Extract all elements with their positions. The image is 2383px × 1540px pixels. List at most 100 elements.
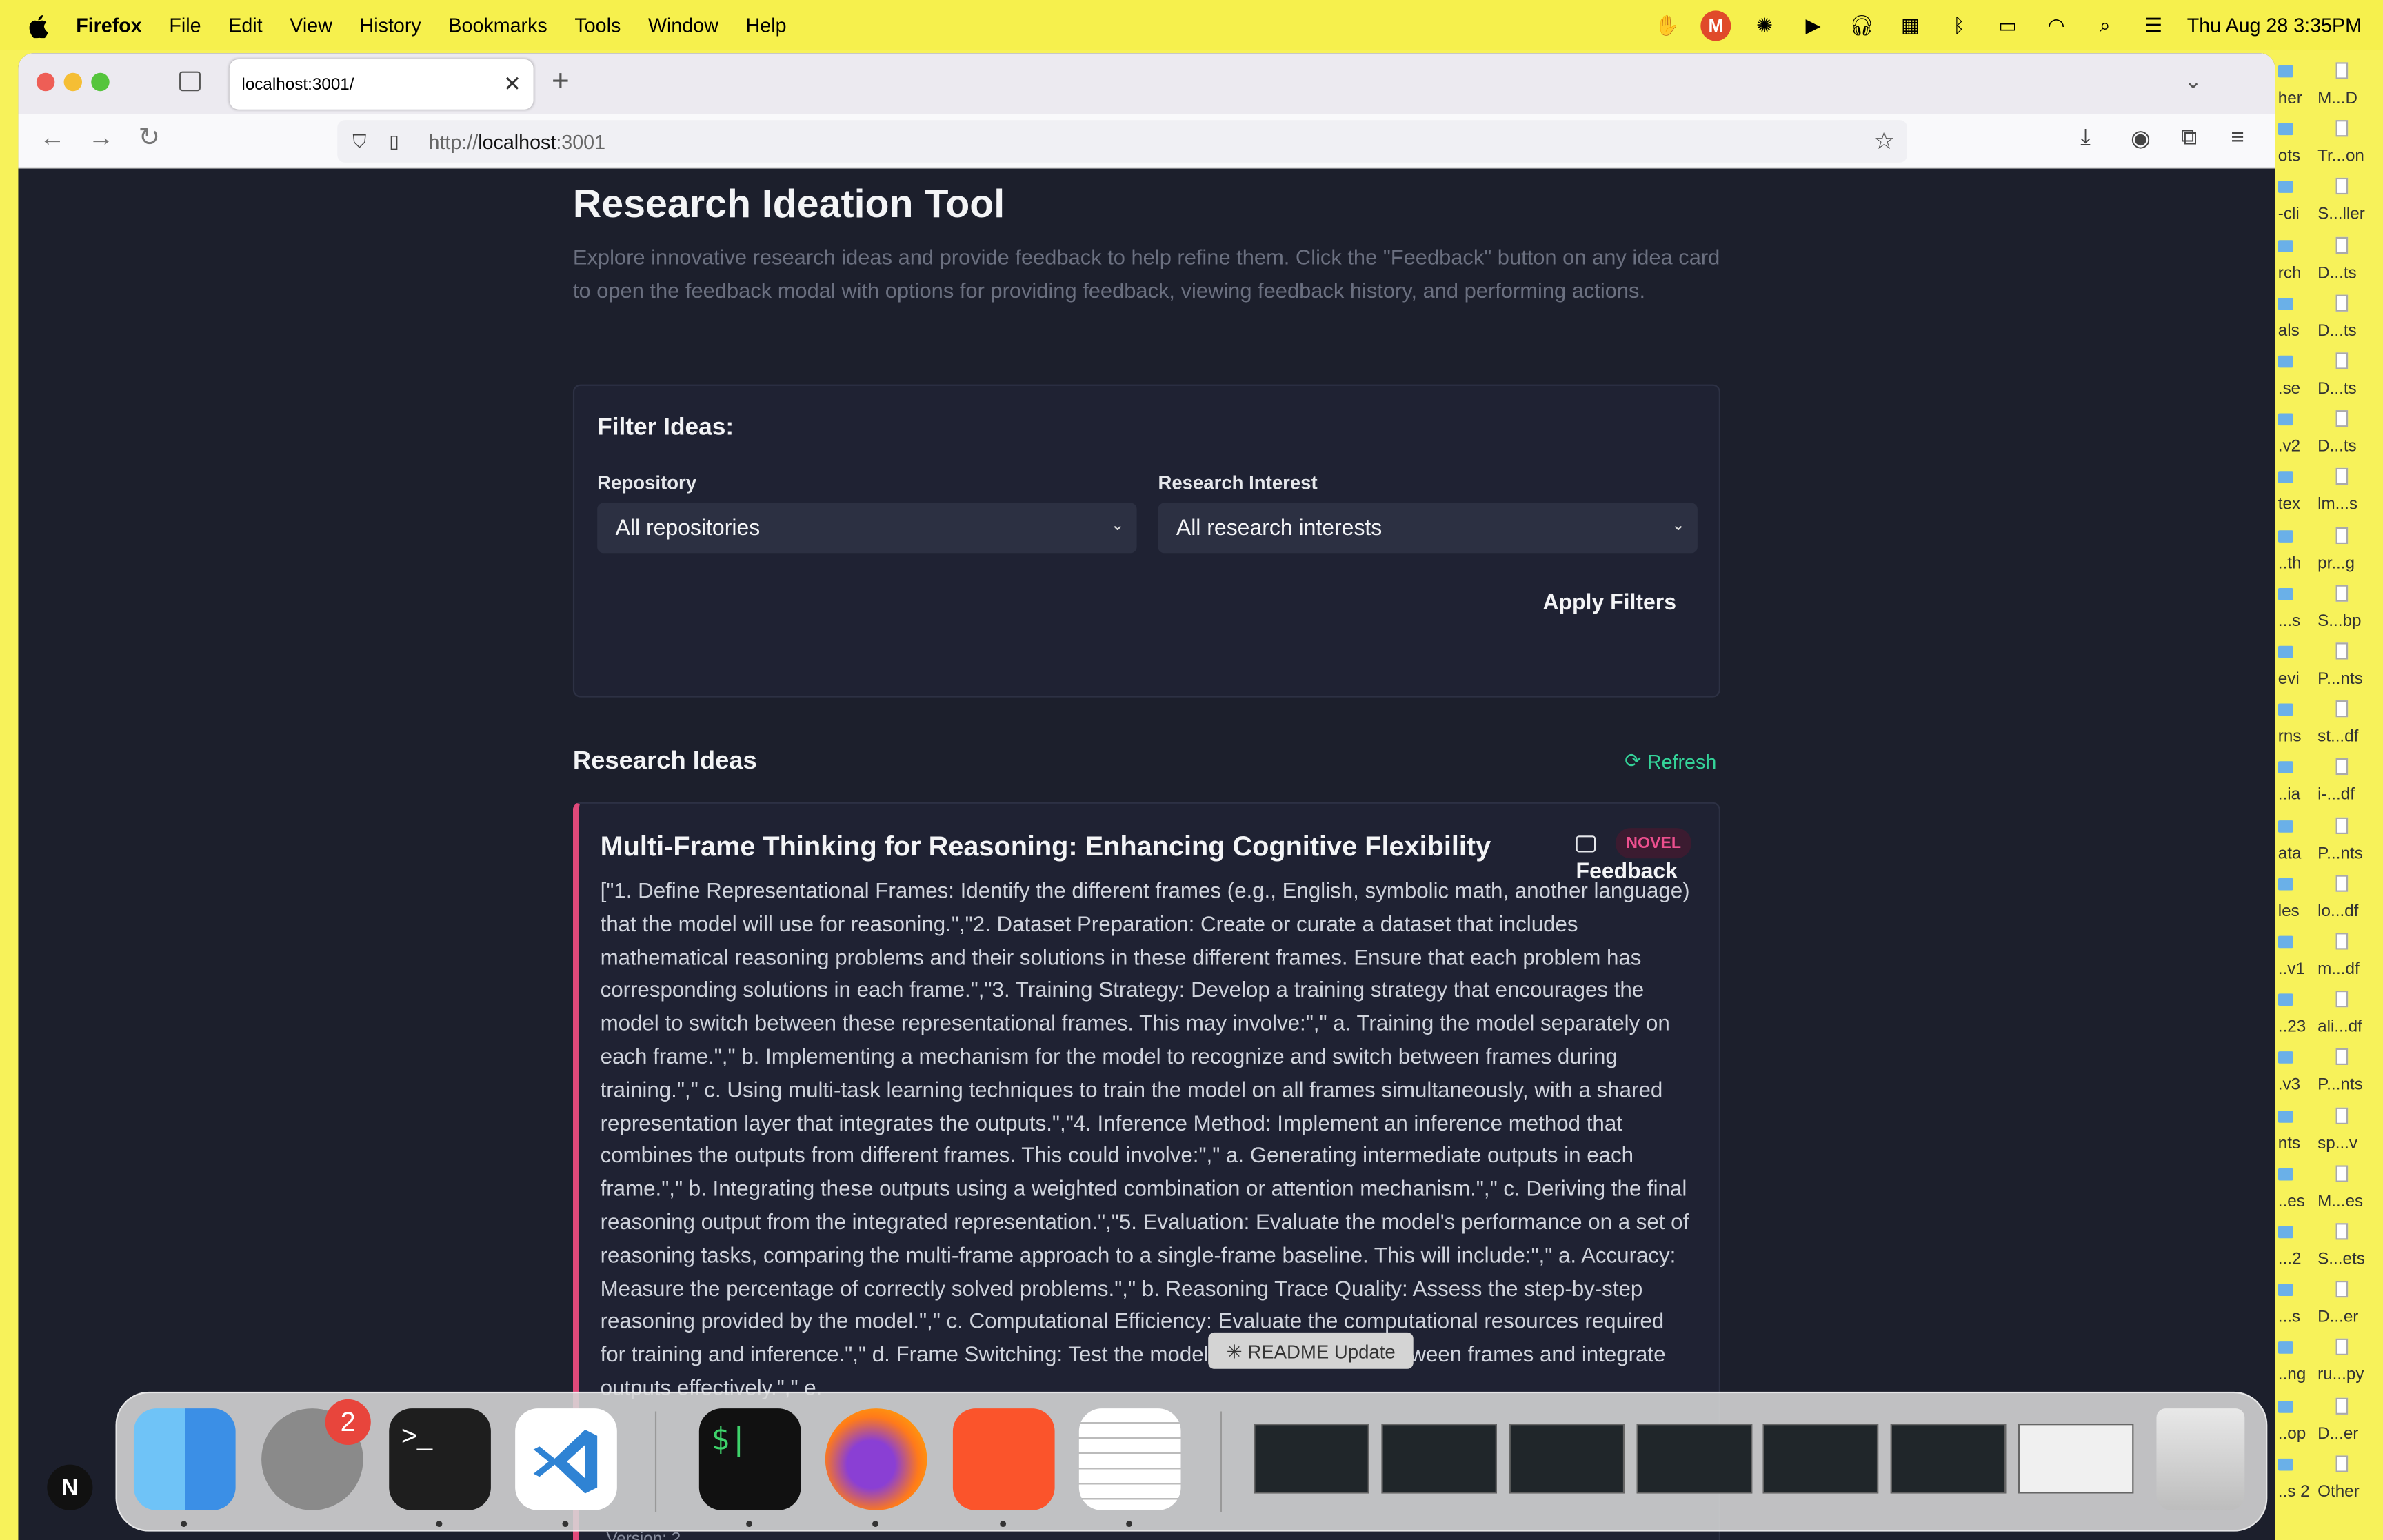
extensions-icon[interactable]: ⧉ xyxy=(2181,125,2198,150)
refresh-label: Refresh xyxy=(1647,749,1717,773)
bluetooth-icon[interactable]: ᛒ xyxy=(1944,13,1974,37)
desktop-item[interactable]: her M...D xyxy=(2275,59,2382,117)
status-play-icon[interactable]: ▶ xyxy=(1798,13,1829,37)
repository-select[interactable]: All repositories ⌄ xyxy=(597,503,1137,554)
status-hands-icon[interactable]: ✋ xyxy=(1652,13,1682,37)
window-zoom-button[interactable] xyxy=(91,72,110,92)
menubar-clock[interactable]: Thu Aug 28 3:35PM xyxy=(2187,14,2362,37)
tab-close-icon[interactable]: ✕ xyxy=(503,72,521,97)
trash-icon[interactable] xyxy=(2156,1408,2245,1510)
desktop-item[interactable]: evi P...nts xyxy=(2275,640,2382,698)
desktop-item[interactable]: ...2 S...ets xyxy=(2275,1220,2382,1278)
menu-app-firefox[interactable]: Firefox xyxy=(76,14,142,37)
firefox-icon[interactable] xyxy=(825,1408,927,1510)
desktop-item[interactable]: ..ia i-...df xyxy=(2275,756,2382,813)
desktop-item[interactable]: tex lm...s xyxy=(2275,465,2382,523)
menu-window[interactable]: Window xyxy=(648,14,718,37)
page-info-icon[interactable]: ▯ xyxy=(389,131,410,152)
running-indicator xyxy=(872,1521,878,1528)
desktop-item-label: .v2 xyxy=(2278,438,2301,456)
tab-overview-icon[interactable] xyxy=(179,71,201,92)
status-headphones-icon[interactable]: 🎧︎ xyxy=(1847,13,1877,37)
desktop-item[interactable]: .v2 D...ts xyxy=(2275,407,2382,465)
spotlight-search-icon[interactable]: ⌕ xyxy=(2090,13,2120,37)
minimized-window-thumbnail[interactable] xyxy=(1636,1424,1753,1494)
brave-icon[interactable] xyxy=(952,1408,1055,1510)
desktop-item[interactable]: ..op D...er xyxy=(2275,1394,2382,1452)
avatar[interactable]: N xyxy=(47,1464,93,1510)
downloads-icon[interactable]: ⤓ xyxy=(2080,125,2091,150)
battery-icon[interactable]: ▭ xyxy=(1993,13,2023,37)
menu-help[interactable]: Help xyxy=(746,14,787,37)
research-ideas-heading: Research Ideas xyxy=(572,747,757,776)
apply-filters-button[interactable]: Apply Filters xyxy=(1542,591,1676,615)
minimized-window-thumbnail[interactable] xyxy=(1890,1424,2007,1494)
folder-icon xyxy=(2278,123,2293,136)
minimized-window-thumbnail[interactable] xyxy=(1381,1424,1497,1494)
window-minimize-button[interactable] xyxy=(63,72,83,92)
desktop-item[interactable]: ..v1 m...df xyxy=(2275,930,2382,988)
desktop-item[interactable]: ots Tr...on xyxy=(2275,117,2382,175)
status-memory-icon[interactable]: ▦ xyxy=(1896,13,1926,37)
menu-edit[interactable]: Edit xyxy=(228,14,262,37)
desktop-item[interactable]: als D...ts xyxy=(2275,292,2382,349)
minimized-window-thumbnail[interactable] xyxy=(2018,1424,2134,1494)
window-close-button[interactable] xyxy=(36,72,55,92)
apple-icon[interactable] xyxy=(28,13,52,39)
vscode-icon[interactable] xyxy=(515,1408,617,1510)
bookmark-star-icon[interactable]: ☆ xyxy=(1873,126,1896,156)
url-bar[interactable]: ⛉ ▯ http://localhost:3001 ☆ xyxy=(337,120,1908,163)
desktop-item[interactable]: .v3 P...nts xyxy=(2275,1046,2382,1104)
document-icon xyxy=(2335,875,2349,892)
minimized-window-thumbnail[interactable] xyxy=(1254,1424,1369,1494)
desktop-item-label: D...er xyxy=(2317,1308,2359,1327)
desktop-item-label: ata xyxy=(2278,844,2302,862)
status-m-icon[interactable]: M xyxy=(1700,10,1731,41)
menu-history[interactable]: History xyxy=(360,14,421,37)
control-center-icon[interactable]: ☰ xyxy=(2138,13,2169,37)
feedback-icon[interactable] xyxy=(1576,835,1596,853)
url-text[interactable]: http://localhost:3001 xyxy=(429,130,606,152)
desktop-item[interactable]: ..es M...es xyxy=(2275,1162,2382,1220)
desktop-item[interactable]: .se D...ts xyxy=(2275,349,2382,407)
iterm-icon[interactable]: $| xyxy=(698,1408,801,1510)
back-icon[interactable]: ← xyxy=(39,123,65,154)
menu-view[interactable]: View xyxy=(290,14,332,37)
desktop-item-label: P...nts xyxy=(2317,669,2363,689)
tracking-shield-icon[interactable]: ⛉ xyxy=(352,131,374,152)
reload-icon[interactable]: ↻ xyxy=(139,123,160,154)
notification-badge: 2 xyxy=(325,1399,371,1446)
finder-icon[interactable] xyxy=(133,1408,236,1510)
desktop-item[interactable]: ..ng ru...py xyxy=(2275,1336,2382,1394)
textedit-icon[interactable] xyxy=(1078,1408,1181,1510)
desktop-item[interactable]: rns st...df xyxy=(2275,698,2382,756)
folder-icon xyxy=(2278,878,2293,891)
wifi-icon[interactable]: ◠ xyxy=(2041,13,2071,37)
minimized-window-thumbnail[interactable] xyxy=(1509,1424,1625,1494)
minimized-window-thumbnail[interactable] xyxy=(1762,1424,1879,1494)
research-interest-select[interactable]: All research interests ⌄ xyxy=(1158,503,1698,554)
desktop-item[interactable]: ...s D...er xyxy=(2275,1278,2382,1336)
menu-file[interactable]: File xyxy=(169,14,201,37)
desktop-item[interactable]: ..s 2 Other xyxy=(2275,1452,2382,1510)
running-indicator xyxy=(746,1521,752,1528)
tab-localhost[interactable]: localhost:3001/ ✕ xyxy=(229,59,534,110)
list-all-tabs-icon[interactable]: ⌄ xyxy=(2184,68,2202,94)
desktop-item[interactable]: ..23 ali...df xyxy=(2275,988,2382,1046)
desktop-item[interactable]: nts sp...v xyxy=(2275,1104,2382,1162)
terminal-icon[interactable]: >_ xyxy=(389,1408,491,1510)
account-icon[interactable]: ◉ xyxy=(2131,125,2151,152)
desktop-item[interactable]: ..th pr...g xyxy=(2275,523,2382,581)
menu-tools[interactable]: Tools xyxy=(574,14,621,37)
desktop-item[interactable]: ...s S...bp xyxy=(2275,582,2382,640)
desktop-item[interactable]: les lo...df xyxy=(2275,872,2382,930)
desktop-item[interactable]: -cli S...ller xyxy=(2275,175,2382,233)
desktop-item[interactable]: rch D...ts xyxy=(2275,234,2382,292)
refresh-button[interactable]: ⟳ Refresh xyxy=(1625,749,1716,773)
status-bug-icon[interactable]: ✺ xyxy=(1749,13,1780,37)
menu-bookmarks[interactable]: Bookmarks xyxy=(448,14,547,37)
desktop-item[interactable]: ata P...nts xyxy=(2275,813,2382,871)
new-tab-button[interactable]: + xyxy=(552,65,570,101)
app-menu-icon[interactable]: ≡ xyxy=(2231,125,2244,150)
forward-icon[interactable]: → xyxy=(88,123,114,154)
